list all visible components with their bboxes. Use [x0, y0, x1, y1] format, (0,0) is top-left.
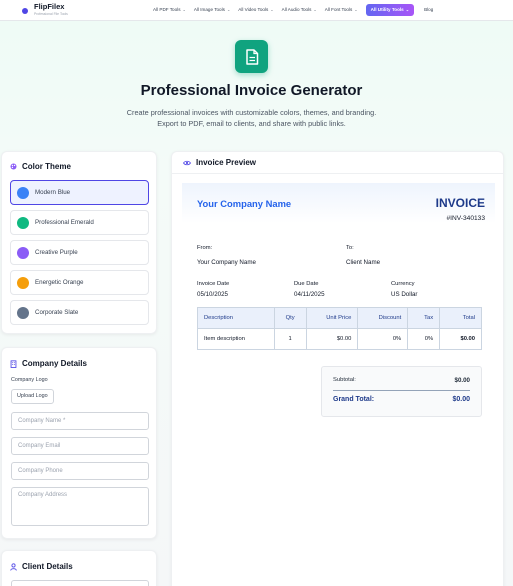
top-navbar: FlipFilex Professional File Tools All PD… — [0, 0, 513, 21]
invoice-number: #INV-340133 — [446, 215, 486, 222]
client-details-card: Client Details — [1, 550, 157, 586]
nav-item-utility-tools[interactable]: All Utility Tools ⌄ — [365, 4, 415, 16]
subtotal-value: $0.00 — [454, 377, 470, 384]
palette-icon — [10, 163, 17, 170]
currency-value: US Dollar — [391, 291, 418, 298]
due-date-value: 04/11/2025 — [294, 291, 325, 298]
currency-label: Currency — [391, 281, 415, 287]
column-header: Unit Price — [305, 307, 359, 329]
upload-logo-button[interactable]: Upload Logo — [11, 389, 54, 404]
from-label: From: — [197, 245, 213, 251]
color-theme-card: Color Theme Modern Blue Professional Eme… — [1, 151, 157, 334]
company-details-heading: Company Details — [10, 359, 87, 368]
invoice-preview-header: Invoice Preview — [172, 152, 503, 174]
invoice-company-name: Your Company Name — [197, 198, 292, 209]
nav-item-audio-tools[interactable]: All Audio Tools ⌄ — [278, 4, 321, 16]
grand-total-label: Grand Total: — [333, 396, 375, 403]
chevron-down-icon: ⌄ — [226, 7, 231, 12]
eye-icon — [183, 160, 191, 166]
page-subtitle: Create professional invoices with custom… — [126, 108, 377, 128]
company-logo-label: Company Logo — [11, 377, 48, 383]
invoice-items-table: Description Qty Unit Price Discount Tax … — [197, 307, 482, 350]
due-date-label: Due Date — [294, 281, 319, 287]
table-cell: $0.00 — [305, 328, 359, 350]
totals-box: Subtotal: $0.00 Grand Total: $0.00 — [321, 366, 482, 417]
nav-item-blog[interactable]: Blog — [420, 4, 437, 16]
color-swatch — [17, 216, 29, 229]
page-title: Professional Invoice Generator — [140, 82, 363, 99]
color-swatch — [17, 306, 29, 319]
invoice-document: Your Company Name INVOICE #INV-340133 Fr… — [182, 183, 495, 583]
theme-option-corporate-slate[interactable]: Corporate Slate — [10, 300, 149, 325]
brand-tagline: Professional File Tools — [34, 12, 68, 16]
theme-option-energetic-orange[interactable]: Energetic Orange — [10, 270, 149, 295]
column-header: Description — [197, 307, 275, 329]
nav-item-image-tools[interactable]: All Image Tools ⌄ — [190, 4, 234, 16]
grand-total-value: $0.00 — [452, 396, 470, 403]
chevron-down-icon: ⌄ — [182, 7, 186, 12]
brand-icon — [22, 8, 28, 14]
building-icon — [10, 359, 17, 368]
client-name-input[interactable] — [11, 580, 149, 586]
color-swatch — [17, 246, 29, 259]
brand-logo[interactable]: FlipFilex Professional File Tools — [22, 3, 68, 16]
invoice-preview-card: Invoice Preview Your Company Name INVOIC… — [171, 151, 504, 586]
nav-item-video-tools[interactable]: All Video Tools ⌄ — [234, 4, 277, 16]
column-header: Total — [439, 307, 482, 329]
column-header: Qty — [273, 307, 307, 329]
nav-links: All PDF Tools ⌄ All Image Tools ⌄ All Vide… — [149, 4, 437, 16]
chevron-down-icon: ⌄ — [405, 7, 410, 12]
company-details-card: Company Details Company Logo Upload Logo… — [1, 347, 157, 539]
company-email-input[interactable]: Company Email — [11, 437, 149, 455]
chevron-down-icon: ⌄ — [354, 7, 358, 12]
column-header: Discount — [357, 307, 409, 329]
nav-item-font-tools[interactable]: All Font Tools ⌄ — [321, 4, 362, 16]
table-row: Item description 1 $0.00 0% 0% $0.00 — [197, 328, 482, 350]
to-value: Client Name — [346, 259, 381, 266]
nav-item-pdf-tools[interactable]: All PDF Tools ⌄ — [149, 4, 190, 16]
table-cell: 1 — [273, 328, 307, 350]
company-name-input[interactable]: Company Name * — [11, 412, 149, 430]
to-label: To: — [346, 245, 354, 251]
table-cell: 0% — [407, 328, 441, 350]
color-swatch — [17, 186, 29, 199]
column-header: Tax — [407, 307, 441, 329]
user-icon — [10, 562, 17, 571]
table-cell: 0% — [357, 328, 409, 350]
subtotal-label: Subtotal: — [333, 377, 356, 383]
invoice-date-label: Invoice Date — [197, 281, 230, 287]
totals-divider — [333, 390, 470, 391]
color-theme-heading: Color Theme — [10, 162, 71, 171]
color-swatch — [17, 276, 29, 289]
from-value: Your Company Name — [197, 259, 256, 266]
company-address-input[interactable]: Company Address — [11, 487, 149, 526]
chevron-down-icon: ⌄ — [313, 7, 317, 12]
invoice-date-value: 05/10/2025 — [197, 291, 228, 298]
table-cell: $0.00 — [439, 328, 482, 350]
table-cell: Item description — [197, 328, 275, 350]
invoice-heading: INVOICE — [435, 196, 485, 210]
theme-option-modern-blue[interactable]: Modern Blue — [10, 180, 149, 205]
theme-option-professional-emerald[interactable]: Professional Emerald — [10, 210, 149, 235]
chevron-down-icon: ⌄ — [270, 7, 274, 12]
theme-option-creative-purple[interactable]: Creative Purple — [10, 240, 149, 265]
company-phone-input[interactable]: Company Phone — [11, 462, 149, 480]
document-icon — [235, 40, 268, 73]
client-details-heading: Client Details — [10, 562, 73, 571]
table-header-row: Description Qty Unit Price Discount Tax … — [197, 307, 482, 329]
brand-name: FlipFilex — [34, 2, 65, 11]
